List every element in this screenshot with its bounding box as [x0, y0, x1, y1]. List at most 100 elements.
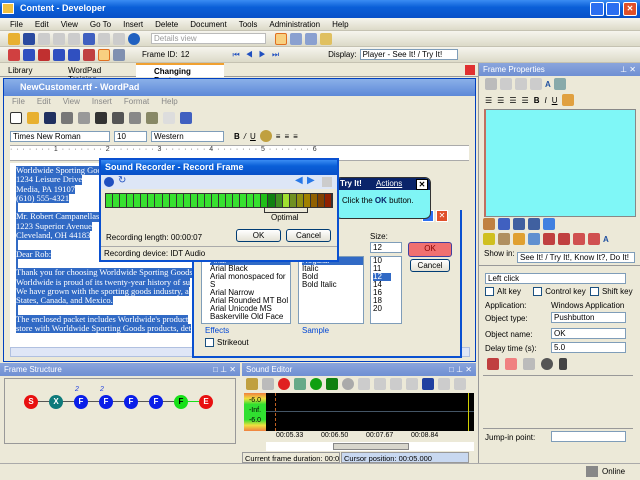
- copy-icon[interactable]: [129, 112, 141, 124]
- view-select[interactable]: Details view: [151, 33, 266, 44]
- record-icon[interactable]: [8, 48, 20, 61]
- scroll-track[interactable]: [266, 442, 474, 451]
- list-icon[interactable]: [498, 233, 510, 245]
- delete-frame-icon[interactable]: [38, 48, 50, 61]
- mouse-icon[interactable]: [523, 358, 535, 370]
- italic-icon[interactable]: I: [544, 96, 546, 105]
- object-name-input[interactable]: OK: [551, 328, 626, 339]
- menu-administration[interactable]: Administration: [269, 20, 320, 29]
- paste-icon[interactable]: [68, 32, 80, 45]
- trim-icon[interactable]: [454, 377, 466, 390]
- frame-node[interactable]: F: [174, 395, 188, 409]
- strikeout-checkbox[interactable]: Strikeout: [205, 338, 249, 348]
- bubble-icon[interactable]: [483, 233, 495, 245]
- font-list[interactable]: Arial Arial BlackArial monospaced for SA…: [201, 256, 291, 324]
- timer-icon[interactable]: [541, 358, 553, 370]
- shift-key-checkbox[interactable]: Shift key: [589, 287, 633, 297]
- font-item[interactable]: Baskerville Old Face: [210, 313, 290, 321]
- recorder-cancel-button[interactable]: Cancel: [286, 229, 331, 242]
- find-icon[interactable]: [113, 32, 125, 45]
- prev-icon[interactable]: ◀: [295, 175, 303, 186]
- action-select[interactable]: Left click: [485, 273, 626, 284]
- menu-tools[interactable]: Tools: [239, 20, 258, 29]
- wp-menu-insert[interactable]: Insert: [92, 97, 112, 106]
- action-tab-icon[interactable]: [483, 218, 495, 230]
- frame-node[interactable]: E: [199, 395, 213, 409]
- edit-icon[interactable]: [83, 48, 95, 61]
- bold-icon[interactable]: B: [234, 132, 240, 141]
- align-right-icon[interactable]: ≡: [293, 132, 298, 141]
- tab-changing-fonts[interactable]: Changing Fonts: [136, 63, 224, 85]
- justify-icon[interactable]: ☰: [522, 96, 529, 105]
- mic-icon[interactable]: [294, 377, 306, 390]
- frame-node[interactable]: F: [99, 395, 113, 409]
- alt-key-checkbox[interactable]: Alt key: [485, 287, 521, 297]
- help-icon[interactable]: [128, 32, 140, 45]
- underline-icon[interactable]: U: [552, 96, 558, 105]
- italic-icon[interactable]: /: [244, 132, 246, 141]
- layout-horizontal-icon[interactable]: [290, 32, 302, 45]
- copy-icon[interactable]: [53, 32, 65, 45]
- jump-in-point-input[interactable]: [551, 431, 626, 442]
- paste-icon[interactable]: [390, 377, 402, 390]
- link-icon[interactable]: [68, 48, 80, 61]
- screen-icon[interactable]: [98, 48, 110, 61]
- open-icon[interactable]: [8, 32, 20, 45]
- frame-node[interactable]: S: [24, 395, 38, 409]
- size-item[interactable]: 20: [373, 305, 401, 313]
- callout-text-editor[interactable]: [484, 109, 636, 217]
- dialog-close-button[interactable]: ✕: [436, 210, 448, 222]
- font-item[interactable]: Arial monospaced for S: [210, 273, 290, 289]
- style-item[interactable]: Bold Italic: [302, 281, 363, 289]
- paste-icon[interactable]: [146, 112, 158, 124]
- wp-menu-format[interactable]: Format: [124, 97, 149, 106]
- grid-icon[interactable]: [322, 177, 332, 187]
- fit-icon[interactable]: [422, 377, 434, 390]
- tab-wordpad-training[interactable]: WordPad Training: [54, 64, 134, 84]
- color-icon[interactable]: [259, 130, 272, 142]
- delete-icon[interactable]: [406, 377, 418, 390]
- menu-goto[interactable]: Go To: [90, 20, 111, 29]
- close-button[interactable]: ✕: [623, 2, 637, 16]
- cut-icon[interactable]: [112, 112, 124, 124]
- split-icon[interactable]: [438, 377, 450, 390]
- copy-icon[interactable]: [374, 377, 386, 390]
- add-frame-icon[interactable]: [23, 48, 35, 61]
- font-ok-button[interactable]: OK: [408, 242, 452, 257]
- record-icon[interactable]: [278, 377, 290, 390]
- menu-delete[interactable]: Delete: [155, 20, 178, 29]
- next-icon[interactable]: ▶: [307, 175, 315, 186]
- text-color-icon[interactable]: [562, 94, 575, 106]
- frame-node[interactable]: F: [149, 395, 163, 409]
- pause-icon[interactable]: [104, 177, 114, 187]
- maximize-button[interactable]: [606, 2, 620, 16]
- delete-icon[interactable]: [530, 78, 542, 90]
- underline-icon[interactable]: U: [250, 132, 256, 141]
- play-selection-icon[interactable]: [326, 377, 338, 390]
- new-icon[interactable]: [10, 112, 22, 124]
- select-area-icon[interactable]: [487, 358, 499, 370]
- paste-icon[interactable]: [515, 78, 527, 90]
- import-sound-icon[interactable]: [246, 377, 258, 390]
- object-type-select[interactable]: Pushbutton: [551, 312, 626, 323]
- copy-icon[interactable]: [500, 78, 512, 90]
- key-icon[interactable]: [559, 358, 567, 370]
- recorder-ok-button[interactable]: OK: [236, 229, 281, 242]
- redo-icon[interactable]: [98, 32, 110, 45]
- control-key-checkbox[interactable]: Control key: [533, 287, 586, 297]
- frame-node[interactable]: F: [124, 395, 138, 409]
- save-icon[interactable]: [23, 32, 35, 45]
- frame-node[interactable]: X: [49, 395, 63, 409]
- menu-file[interactable]: File: [10, 20, 23, 29]
- date-time-icon[interactable]: [180, 112, 192, 124]
- frame-nav-icons[interactable]: ⏮◀▶⏭: [232, 50, 285, 60]
- highlight-icon[interactable]: [505, 358, 517, 370]
- font-select[interactable]: Times New Roman: [10, 130, 110, 142]
- remove-sound-icon[interactable]: [262, 377, 274, 390]
- screen-tab-icon[interactable]: [513, 218, 525, 230]
- frame-node[interactable]: F: [74, 395, 88, 409]
- delay-time-select[interactable]: 5.0: [551, 342, 626, 353]
- textbox-icon[interactable]: [553, 78, 566, 90]
- print-icon[interactable]: [61, 112, 73, 124]
- display-select[interactable]: Player - See It! / Try It!: [359, 49, 458, 60]
